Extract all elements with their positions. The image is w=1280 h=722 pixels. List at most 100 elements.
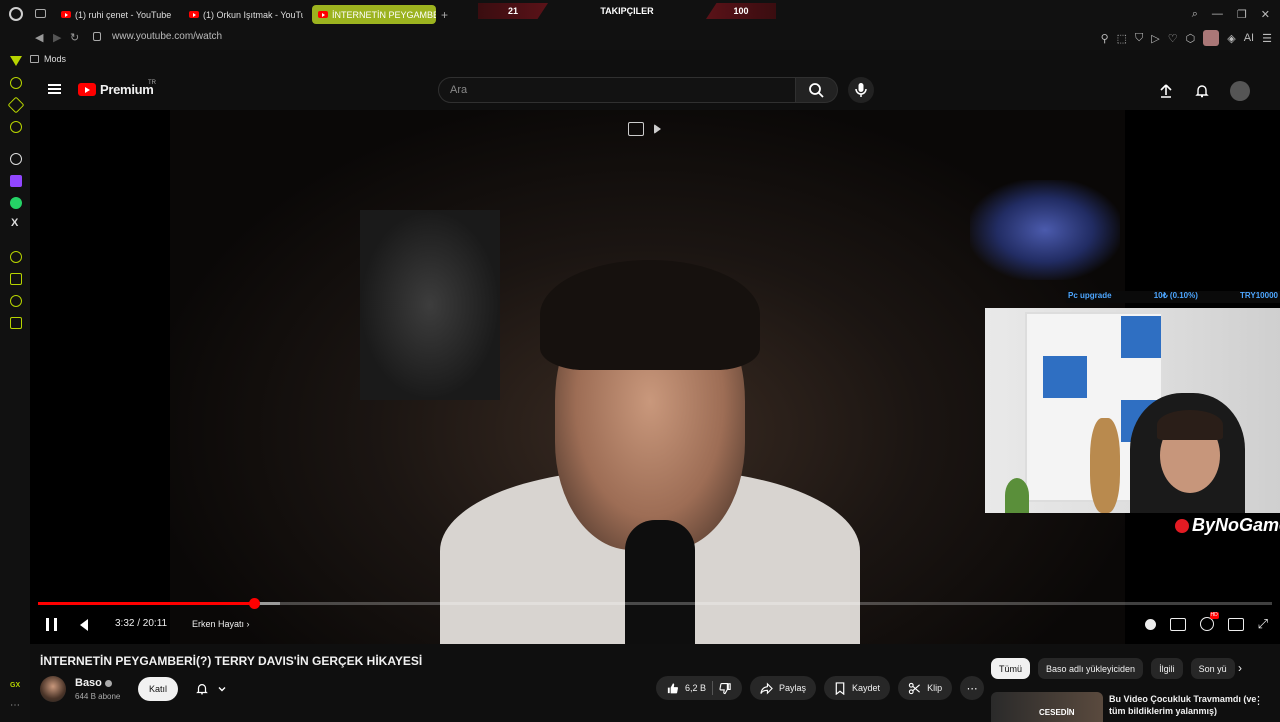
recommendation-menu-icon[interactable]: ⋮ [1253,694,1264,707]
snapshot-icon[interactable]: ⬚ [1117,32,1127,45]
recommended-video[interactable]: CESEDİN Bu Video Çocukluk Travmamdı (ve … [991,692,1280,722]
microphone-icon [855,83,867,97]
aria-ai-button[interactable]: AI [1244,32,1254,44]
subscription-bell-button[interactable] [188,677,234,701]
chip-related[interactable]: İlgili [1151,658,1183,679]
account-avatar[interactable] [1230,81,1250,101]
gx-ext-2-icon[interactable] [10,273,22,285]
follower-counter-widget: 21 TAKIPÇILER 100 [478,3,776,19]
subtitles-icon[interactable] [1169,617,1186,631]
gx-ext-4-icon[interactable] [10,317,22,329]
theater-mode-icon[interactable] [1227,617,1244,631]
youtube-favicon-icon [318,11,328,18]
progress-bar[interactable] [38,598,1272,609]
cube-icon[interactable]: ⬡ [1186,32,1196,45]
miniplayer-icon[interactable] [628,122,644,136]
profile-avatar[interactable] [1203,30,1220,46]
chips-next-icon[interactable]: › [1238,661,1242,675]
vpn-icon[interactable]: ◈ [1227,32,1235,45]
search-icon [809,83,824,98]
notifications-bell-icon[interactable] [1194,83,1210,99]
youtube-page: Premium TR Ara Pc upgrade 10₺ (0.10%) TR… [30,70,1280,722]
chip-all[interactable]: Tümü [991,658,1031,679]
search-button[interactable] [796,77,838,103]
player-top-controls [628,122,661,136]
presenter-hair [540,260,760,370]
like-button[interactable]: 6,2 B [656,676,743,700]
pause-icon[interactable] [46,618,57,631]
search-tabs-icon[interactable]: ⌕ [1192,8,1198,21]
masthead-actions [1158,81,1250,101]
chapter-title[interactable]: Erken Hayatı › [192,619,250,629]
sidebar-more-icon[interactable]: ⋯ [10,700,20,711]
reload-icon[interactable]: ↻ [70,31,79,44]
bookmark-mods[interactable]: Mods [44,54,66,64]
recommended-title[interactable]: Bu Video Çocukluk Travmamdı (ve tüm bild… [1109,693,1259,717]
verified-badge-icon [104,679,112,687]
menu-icon[interactable]: ☰ [1262,32,1272,45]
autoplay-toggle-icon[interactable] [1144,618,1156,630]
webcam-overlay [985,308,1280,513]
gx-corner-icon[interactable] [10,56,22,66]
gx-ext-3-icon[interactable] [10,295,22,307]
related-filter-chips: Tümü Baso adlı yükleyiciden İlgili Son y… [991,658,1246,679]
scissors-icon [908,682,921,694]
scrubber-handle[interactable] [248,598,260,609]
channel-avatar[interactable] [40,676,66,702]
fullscreen-icon[interactable]: ⤢ [1258,616,1268,632]
volume-icon[interactable] [80,619,88,631]
whatsapp-icon[interactable] [10,197,22,209]
chatgpt-icon[interactable] [10,153,22,165]
search-input[interactable]: Ara [438,77,796,103]
video-title: İNTERNETİN PEYGAMBERİ(?) TERRY DAVIS'İN … [40,654,423,668]
guide-menu-icon[interactable] [48,84,61,94]
maximize-icon[interactable]: ❐ [1237,8,1247,21]
share-button[interactable]: Paylaş [750,676,817,700]
browser-tab-3-active[interactable]: İNTERNETİN PEYGAMBERİ [312,5,436,24]
x-twitter-icon[interactable]: X [11,217,18,229]
gx-control-icon[interactable] [10,77,22,89]
url-field[interactable]: www.youtube.com/watch [112,31,222,42]
clip-button[interactable]: Klip [898,676,953,700]
chip-recent[interactable]: Son yü [1190,658,1235,679]
tab-overview-icon[interactable] [35,9,46,18]
twitch-icon[interactable] [10,175,22,187]
donation-goal-bar: Pc upgrade 10₺ (0.10%) TRY10000 [1066,291,1280,303]
video-player[interactable]: Pc upgrade 10₺ (0.10%) TRY10000 ByNoGame [30,110,1280,644]
youtube-premium-logo[interactable]: Premium TR [78,80,156,97]
channel-name-text: Baso [75,677,102,689]
recommended-thumbnail[interactable]: CESEDİN [991,692,1103,722]
chip-from-uploader[interactable]: Baso adlı yükleyiciden [1038,658,1144,679]
browser-tab-2[interactable]: (1) Orkun Işıtmak - YouTube [183,5,303,24]
forward-icon[interactable]: ▶ [53,31,61,44]
upload-icon[interactable] [1158,83,1174,99]
play-icon[interactable]: ▷ [1151,32,1159,45]
opera-logo-icon[interactable] [9,7,23,21]
close-icon[interactable]: ✕ [1261,8,1270,21]
voice-search-button[interactable] [848,77,874,103]
heart-icon[interactable]: ♡ [1168,32,1178,45]
lock-icon [93,32,101,41]
save-button[interactable]: Kaydet [824,676,891,700]
clip-label: Klip [927,683,943,693]
thumbs-down-icon[interactable] [719,682,732,695]
minimize-icon[interactable]: — [1212,8,1223,21]
gx-ext-1-icon[interactable] [10,251,22,263]
bookmark-icon [835,681,845,695]
video-actions: 6,2 B Paylaş Kaydet Klip ⋯ [656,676,985,700]
pin-icon[interactable]: ⚲ [1101,32,1109,45]
back-icon[interactable]: ◀ [35,31,43,44]
channel-name[interactable]: Baso [75,677,112,689]
gx-cleaner-icon[interactable] [7,96,25,114]
browser-tab-1[interactable]: (1) ruhi çenet - YouTube [55,5,180,24]
next-video-icon[interactable] [654,124,661,134]
counter-goal: 100 [706,3,776,19]
settings-gear-icon[interactable]: HD [1199,612,1219,631]
join-button[interactable]: Katıl [138,677,179,701]
more-actions-button[interactable]: ⋯ [960,676,985,700]
bell-icon [196,684,208,695]
shield-icon[interactable]: ⛉ [1135,32,1143,45]
new-tab-button[interactable]: + [441,8,448,22]
browser-tab-bar: (1) ruhi çenet - YouTube (1) Orkun Işıtm… [0,0,1280,28]
gx-hex-icon[interactable] [10,121,22,133]
